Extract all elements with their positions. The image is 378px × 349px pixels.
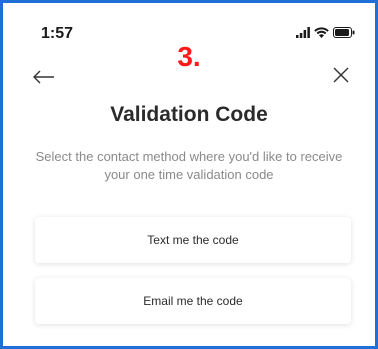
close-icon[interactable] bbox=[333, 67, 349, 83]
wifi-icon bbox=[314, 27, 329, 38]
text-me-the-code-button[interactable]: Text me the code bbox=[35, 217, 351, 263]
page-title: Validation Code bbox=[110, 103, 268, 126]
status-icons bbox=[296, 27, 355, 38]
back-arrow-icon[interactable] bbox=[33, 69, 55, 85]
signal-icon bbox=[296, 27, 310, 38]
battery-icon bbox=[333, 27, 355, 38]
email-me-the-code-button[interactable]: Email me the code bbox=[35, 278, 351, 324]
page-subtitle: Select the contact method where you'd li… bbox=[35, 149, 343, 182]
step-label: 3. bbox=[177, 41, 201, 72]
app-frame: 1:57 3. Validation Code Select the conta… bbox=[0, 0, 378, 349]
